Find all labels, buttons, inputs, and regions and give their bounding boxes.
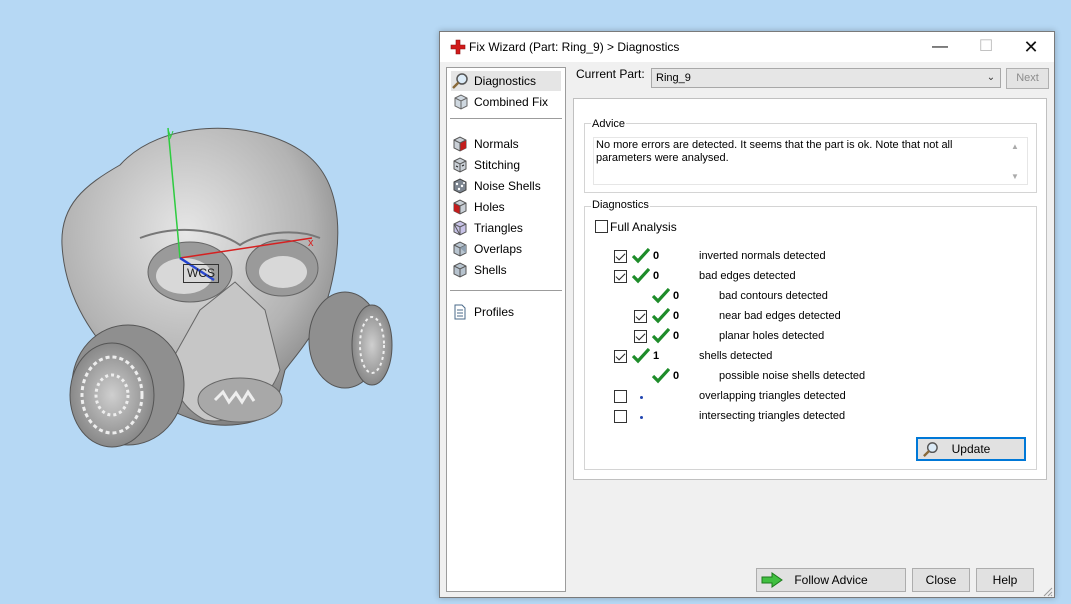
advice-title: Advice xyxy=(591,118,627,130)
sidebar-item-label: Diagnostics xyxy=(474,74,537,88)
sidebar-item-label: Stitching xyxy=(474,158,521,172)
sidebar-item-label: Normals xyxy=(474,137,519,151)
near-bad-edges-label: near bad edges detected xyxy=(719,310,841,322)
overlapping-triangles-label: overlapping triangles detected xyxy=(699,390,846,402)
sidebar-item-label: Triangles xyxy=(474,221,523,235)
sidebar-item-label: Shells xyxy=(474,263,507,277)
green-check-icon xyxy=(632,248,650,264)
sidebar-item-label: Profiles xyxy=(474,305,515,319)
3d-viewport[interactable]: y x WCS xyxy=(0,0,438,604)
document-icon xyxy=(454,304,466,320)
sidebar-item-label: Combined Fix xyxy=(474,95,549,109)
noise-shells-cube-icon xyxy=(453,178,467,194)
scroll-up-icon[interactable]: ▲ xyxy=(1011,142,1019,151)
green-check-icon xyxy=(632,268,650,284)
cube-icon xyxy=(454,94,468,110)
planar-holes-count: 0 xyxy=(673,330,680,342)
maximize-button[interactable]: ☐ xyxy=(963,32,1009,62)
sidebar-item-stitching[interactable]: Stitching xyxy=(451,155,561,175)
holes-cube-icon xyxy=(453,199,467,215)
fix-wizard-dialog: Fix Wizard (Part: Ring_9) > Diagnostics … xyxy=(439,31,1055,598)
update-label: Update xyxy=(951,442,991,456)
next-button[interactable]: Next xyxy=(1006,68,1049,89)
green-check-icon xyxy=(632,348,650,364)
green-check-icon xyxy=(652,288,670,304)
follow-advice-label: Follow Advice xyxy=(794,573,868,587)
wcs-label: WCS xyxy=(183,264,219,283)
wizard-sidebar: Diagnostics Combined Fix Normals Stitchi… xyxy=(446,67,566,592)
minimize-button[interactable]: — xyxy=(917,32,963,62)
sidebar-item-shells[interactable]: Shells xyxy=(451,260,561,280)
close-button[interactable]: Close xyxy=(912,568,970,592)
magnifier-icon xyxy=(923,442,938,457)
full-analysis-checkbox[interactable] xyxy=(595,220,608,233)
close-window-button[interactable]: ✕ xyxy=(1008,32,1054,62)
help-button[interactable]: Help xyxy=(976,568,1034,592)
sidebar-item-label: Overlaps xyxy=(474,242,523,256)
sidebar-item-overlaps[interactable]: Overlaps xyxy=(451,239,561,259)
pending-dot-icon xyxy=(640,396,643,399)
sidebar-item-profiles[interactable]: Profiles xyxy=(451,302,561,322)
title-bar[interactable]: Fix Wizard (Part: Ring_9) > Diagnostics … xyxy=(440,32,1054,62)
green-check-icon xyxy=(652,328,670,344)
sidebar-item-noise-shells[interactable]: Noise Shells xyxy=(451,176,561,196)
overlaps-cube-icon xyxy=(453,241,467,257)
sidebar-divider xyxy=(450,290,562,291)
shells-count: 1 xyxy=(653,350,660,362)
overlapping-triangles-checkbox[interactable] xyxy=(614,390,627,403)
bad-edges-checkbox[interactable] xyxy=(614,270,627,283)
green-check-icon xyxy=(652,368,670,384)
shells-label: shells detected xyxy=(699,350,773,362)
resize-grip-icon[interactable] xyxy=(1041,585,1053,597)
update-button[interactable]: Update xyxy=(916,437,1026,461)
pending-dot-icon xyxy=(640,416,643,419)
inverted-normals-count: 0 xyxy=(653,250,660,262)
chevron-down-icon: ⌄ xyxy=(986,72,996,83)
sidebar-item-triangles[interactable]: Triangles xyxy=(451,218,561,238)
inverted-normals-checkbox[interactable] xyxy=(614,250,627,263)
inverted-normals-label: inverted normals detected xyxy=(699,250,826,262)
x-axis-label: x xyxy=(308,237,314,249)
current-part-select[interactable]: Ring_9 ⌄ xyxy=(651,68,1001,88)
intersecting-triangles-checkbox[interactable] xyxy=(614,410,627,423)
sidebar-item-normals[interactable]: Normals xyxy=(451,134,561,154)
near-bad-edges-count: 0 xyxy=(673,310,680,322)
follow-advice-button[interactable]: Follow Advice xyxy=(756,568,906,592)
current-part-label: Current Part: xyxy=(576,67,645,81)
fix-wizard-cross-icon xyxy=(450,39,466,55)
intersecting-triangles-label: intersecting triangles detected xyxy=(699,410,846,422)
shells-cube-icon xyxy=(453,262,467,278)
normals-cube-icon xyxy=(453,136,467,152)
noise-shells-label: possible noise shells detected xyxy=(719,370,866,382)
bad-edges-label: bad edges detected xyxy=(699,270,796,282)
dialog-title: Fix Wizard (Part: Ring_9) > Diagnostics xyxy=(469,40,680,54)
diagnostics-title: Diagnostics xyxy=(591,199,650,211)
near-bad-edges-checkbox[interactable] xyxy=(634,310,647,323)
stitching-cube-icon xyxy=(453,157,467,173)
bad-edges-count: 0 xyxy=(653,270,660,282)
full-analysis-label: Full Analysis xyxy=(610,220,677,234)
bad-contours-count: 0 xyxy=(673,290,680,302)
scroll-down-icon[interactable]: ▼ xyxy=(1011,172,1019,181)
bad-contours-label: bad contours detected xyxy=(719,290,828,302)
sidebar-item-label: Noise Shells xyxy=(474,179,541,193)
advice-text: No more errors are detected. It seems th… xyxy=(596,139,953,164)
triangles-cube-icon xyxy=(453,220,467,236)
current-part-value: Ring_9 xyxy=(656,72,691,84)
y-axis-label: y xyxy=(168,128,174,140)
gas-mask-skull-model[interactable]: y x xyxy=(0,0,438,604)
green-check-icon xyxy=(652,308,670,324)
sidebar-item-label: Holes xyxy=(474,200,505,214)
planar-holes-label: planar holes detected xyxy=(719,330,825,342)
magnifier-icon xyxy=(452,73,468,89)
shells-checkbox[interactable] xyxy=(614,350,627,363)
sidebar-item-diagnostics[interactable]: Diagnostics xyxy=(451,71,561,91)
sidebar-divider xyxy=(450,118,562,119)
sidebar-item-combined-fix[interactable]: Combined Fix xyxy=(451,92,561,112)
noise-shells-count: 0 xyxy=(673,370,680,382)
green-arrow-icon xyxy=(761,572,783,588)
planar-holes-checkbox[interactable] xyxy=(634,330,647,343)
sidebar-item-holes[interactable]: Holes xyxy=(451,197,561,217)
